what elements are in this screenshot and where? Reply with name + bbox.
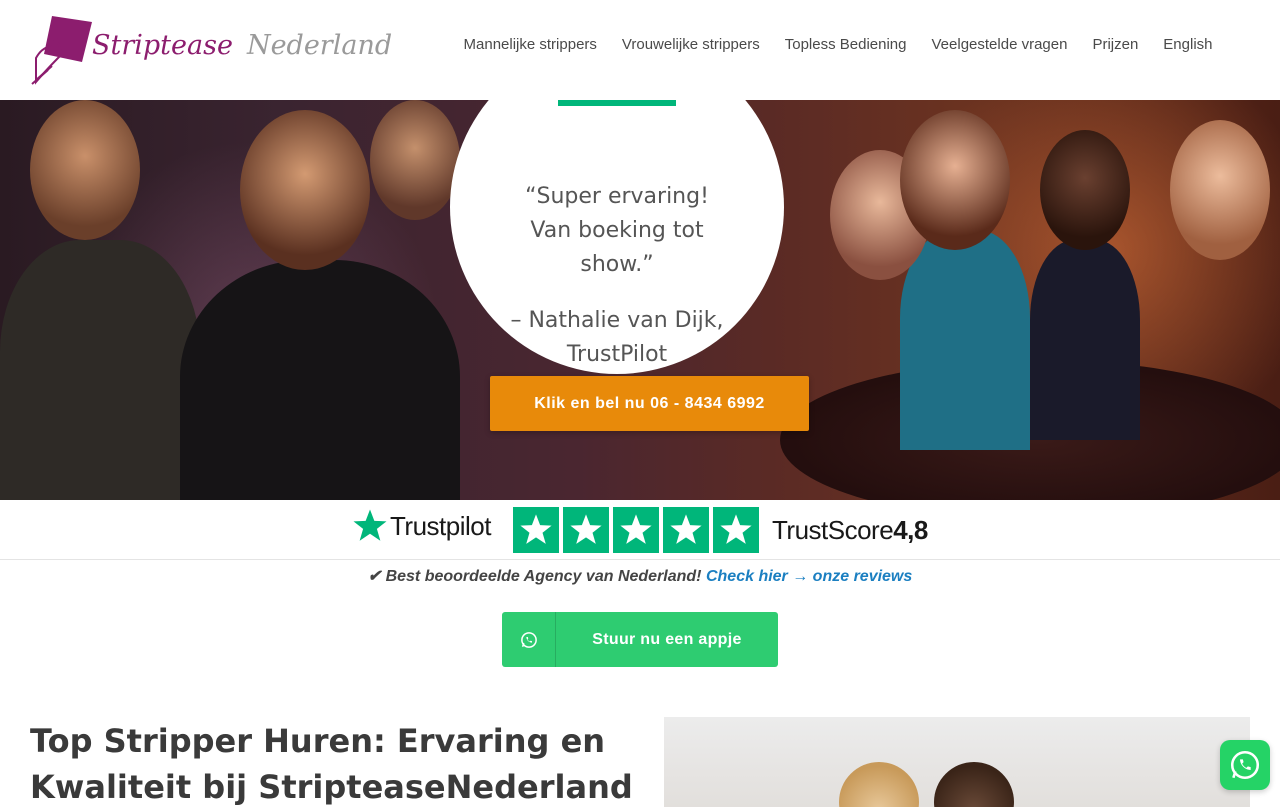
hero-photo-face xyxy=(900,110,1010,250)
nav-item-prijzen[interactable]: Prijzen xyxy=(1080,36,1151,53)
hero-photo-face xyxy=(1170,120,1270,260)
logo-text: Striptease Nederland xyxy=(92,30,393,61)
logo-mark-icon xyxy=(31,16,92,85)
main-nav: Mannelijke strippers Vrouwelijke strippe… xyxy=(451,36,1225,53)
page-heading: Top Stripper Huren: Ervaring en Kwalitei… xyxy=(30,722,633,806)
whatsapp-floating-button[interactable] xyxy=(1220,740,1270,790)
hero-photo-face xyxy=(30,100,140,240)
nav-item-faq[interactable]: Veelgestelde vragen xyxy=(919,36,1080,53)
star-icon xyxy=(713,507,759,553)
hero-banner: “Super ervaring! Van boeking tot show.” … xyxy=(0,100,1280,500)
star-icon xyxy=(513,507,559,553)
reviews-tagline: ✔ Best beoordeelde Agency van Nederland!… xyxy=(367,568,913,585)
trustpilot-widget[interactable]: Trustpilot TrustScore4,8 xyxy=(0,500,1280,560)
hero-photo-figure xyxy=(180,260,460,500)
hero-photo-figure xyxy=(900,230,1030,450)
hero-photo-figure xyxy=(1030,240,1140,440)
star-icon xyxy=(613,507,659,553)
whatsapp-button[interactable]: Stuur nu een appje xyxy=(502,612,778,667)
hero-photo-face xyxy=(1040,130,1130,250)
nav-item-mannelijke-strippers[interactable]: Mannelijke strippers xyxy=(451,36,609,53)
trustpilot-rating-stars xyxy=(513,507,759,553)
nav-item-english[interactable]: English xyxy=(1151,36,1225,53)
call-now-button[interactable]: Klik en bel nu 06 - 8434 6992 xyxy=(490,376,809,431)
star-icon xyxy=(663,507,709,553)
hero-photo-face xyxy=(240,110,370,270)
trustpilot-logo: Trustpilot xyxy=(352,508,491,544)
nav-item-vrouwelijke-strippers[interactable]: Vrouwelijke strippers xyxy=(609,36,772,53)
reviews-link[interactable]: Check hier → onze reviews xyxy=(706,568,912,585)
trustpilot-stars-mini xyxy=(558,100,676,106)
site-logo[interactable]: Striptease Nederland xyxy=(30,14,392,86)
testimonial-bubble: “Super ervaring! Van boeking tot show.” … xyxy=(450,100,784,374)
whatsapp-button-label: Stuur nu een appje xyxy=(592,630,742,648)
whatsapp-icon xyxy=(502,612,556,667)
hero-photo-face xyxy=(370,100,460,220)
star-icon xyxy=(563,507,609,553)
site-header: Striptease Nederland Mannelijke strippers… xyxy=(0,0,1280,100)
content-photo xyxy=(664,717,1250,807)
testimonial-quote: “Super ervaring! Van boeking tot show.” xyxy=(525,184,709,277)
trustpilot-star-icon xyxy=(353,509,387,541)
testimonial-author: – Nathalie van Dijk, TrustPilot xyxy=(510,308,724,367)
trustscore: TrustScore4,8 xyxy=(772,515,928,545)
nav-item-topless-bediening[interactable]: Topless Bediening xyxy=(772,36,919,53)
whatsapp-icon xyxy=(1230,750,1260,780)
hero-photo-figure xyxy=(0,240,200,500)
